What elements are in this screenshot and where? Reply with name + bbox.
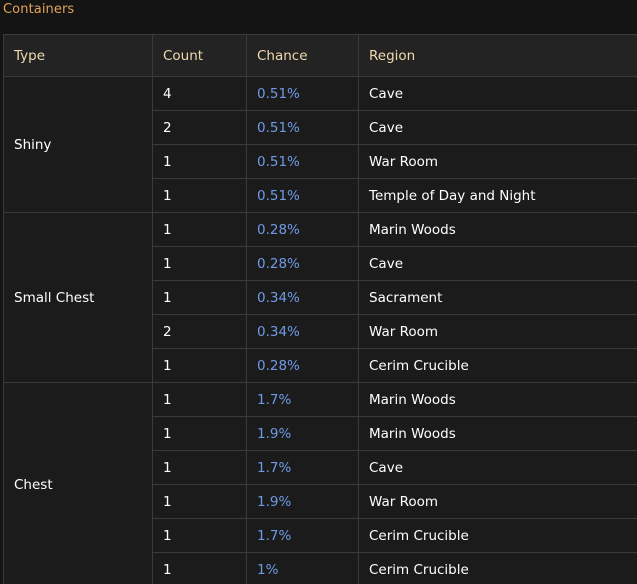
count-cell: 1: [152, 144, 247, 179]
count-cell: 1: [152, 212, 247, 247]
region-cell: Marin Woods: [358, 212, 637, 247]
region-cell: War Room: [358, 314, 637, 349]
column-header-chance[interactable]: Chance: [246, 34, 359, 77]
containers-page: Containers Type Count Chance Region Shin…: [0, 0, 637, 584]
containers-table: Type Count Chance Region Shiny 4 0.51% C…: [3, 34, 637, 584]
chance-cell: 0.51%: [246, 178, 359, 213]
table-row: Small Chest 1 0.28% Marin Woods: [3, 212, 637, 383]
count-cell: 1: [152, 382, 247, 417]
count-cell: 1: [152, 348, 247, 383]
region-cell: Cerim Crucible: [358, 518, 637, 553]
region-cell: Sacrament: [358, 280, 637, 315]
region-cell: War Room: [358, 484, 637, 519]
chance-cell: 0.28%: [246, 246, 359, 281]
type-cell: Small Chest: [3, 212, 153, 383]
region-cell: Cave: [358, 450, 637, 485]
count-cell: 1: [152, 246, 247, 281]
region-cell: Cerim Crucible: [358, 552, 637, 584]
region-cell: Cave: [358, 246, 637, 281]
column-header-count[interactable]: Count: [152, 34, 247, 77]
chance-cell: 0.28%: [246, 348, 359, 383]
region-cell: Marin Woods: [358, 382, 637, 417]
region-cell: Cave: [358, 110, 637, 145]
count-cell: 2: [152, 110, 247, 145]
table-row: Shiny 4 0.51% Cave: [3, 76, 637, 213]
count-cell: 1: [152, 552, 247, 584]
section-title: Containers: [3, 2, 75, 17]
chance-cell: 0.51%: [246, 110, 359, 145]
chance-cell: 1%: [246, 552, 359, 584]
column-header-type[interactable]: Type: [3, 34, 153, 77]
count-cell: 1: [152, 280, 247, 315]
count-cell: 1: [152, 518, 247, 553]
chance-cell: 0.51%: [246, 144, 359, 179]
table-body: Shiny 4 0.51% Cave 2 0.51% Cave 1 0.51% …: [3, 76, 637, 584]
count-cell: 1: [152, 450, 247, 485]
count-cell: 1: [152, 178, 247, 213]
chance-cell: 0.51%: [246, 76, 359, 111]
count-cell: 1: [152, 484, 247, 519]
chance-cell: 1.7%: [246, 450, 359, 485]
region-cell: Temple of Day and Night: [358, 178, 637, 213]
chance-cell: 1.7%: [246, 518, 359, 553]
chance-cell: 0.34%: [246, 280, 359, 315]
region-cell: Cave: [358, 76, 637, 111]
region-cell: Marin Woods: [358, 416, 637, 451]
table-row: Chest 1 1.7% Marin Woods: [3, 382, 637, 584]
count-cell: 2: [152, 314, 247, 349]
region-cell: Cerim Crucible: [358, 348, 637, 383]
chance-cell: 0.28%: [246, 212, 359, 247]
count-cell: 4: [152, 76, 247, 111]
type-cell: Shiny: [3, 76, 153, 213]
region-cell: War Room: [358, 144, 637, 179]
count-cell: 1: [152, 416, 247, 451]
chance-cell: 1.7%: [246, 382, 359, 417]
table-header-row: Type Count Chance Region: [3, 34, 637, 77]
column-header-region[interactable]: Region: [358, 34, 637, 77]
chance-cell: 0.34%: [246, 314, 359, 349]
chance-cell: 1.9%: [246, 484, 359, 519]
type-cell: Chest: [3, 382, 153, 584]
chance-cell: 1.9%: [246, 416, 359, 451]
